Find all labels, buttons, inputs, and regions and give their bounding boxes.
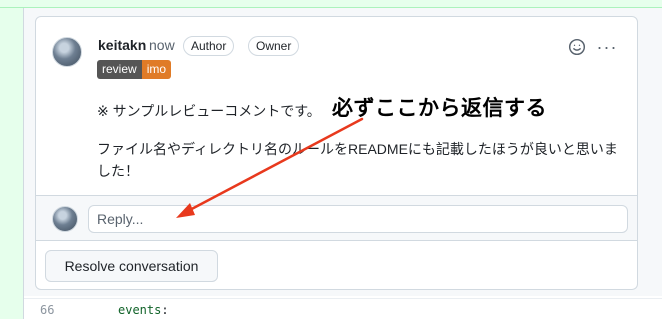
annotation-label: 必ずここから返信する <box>332 97 547 120</box>
code-key: events <box>118 303 162 317</box>
kebab-horizontal-icon[interactable]: ··· <box>597 37 617 57</box>
code-text: events: <box>118 303 169 317</box>
comment-author[interactable]: keitakn <box>98 37 146 53</box>
review-badge: review imo <box>97 60 172 79</box>
avatar <box>52 206 78 232</box>
reply-input[interactable] <box>88 205 628 233</box>
code-line: 66 events: <box>24 298 662 319</box>
review-thread: keitakn now Author Owner review imo ··· … <box>35 16 638 290</box>
owner-label: Owner <box>248 36 300 56</box>
code-colon: : <box>161 303 169 317</box>
badge-right: imo <box>141 60 172 79</box>
comment-body-text: ファイル名やディレクトリ名のルールをREADMEにも記載したほうが良いと思いまし… <box>97 141 618 179</box>
author-label: Author <box>183 36 235 56</box>
badge-left: review <box>97 60 142 79</box>
resolve-conversation-button[interactable]: Resolve conversation <box>45 250 218 282</box>
avatar[interactable] <box>52 37 82 67</box>
line-number[interactable]: 66 <box>40 303 54 317</box>
smiley-icon[interactable] <box>567 37 587 57</box>
diff-added-strip <box>0 0 662 8</box>
comment-body-note: ※ サンプルレビューコメントです。 <box>97 103 321 119</box>
reply-row <box>36 195 637 241</box>
diff-gutter <box>0 8 24 319</box>
comment-timestamp[interactable]: now <box>149 37 175 53</box>
